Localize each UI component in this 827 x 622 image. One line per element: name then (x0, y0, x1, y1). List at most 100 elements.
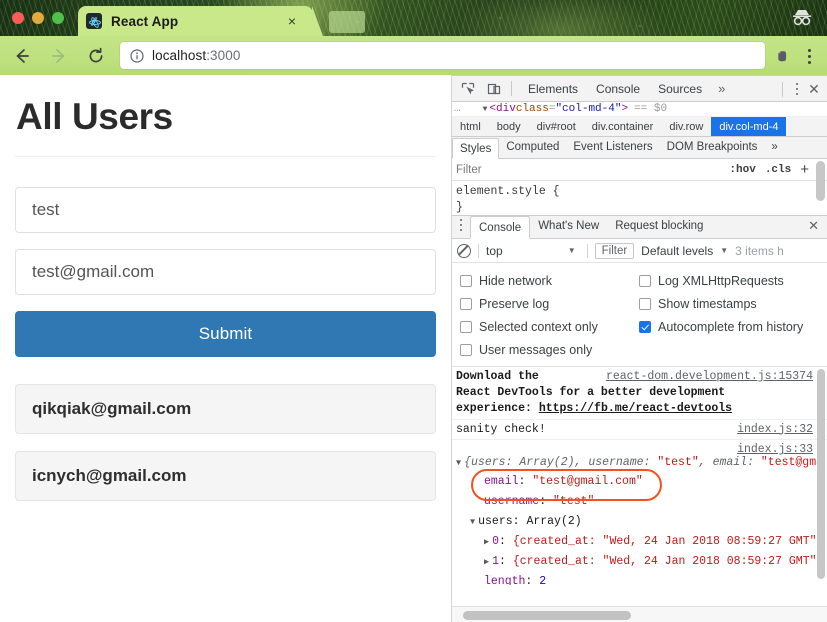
device-toolbar-icon[interactable] (484, 80, 504, 98)
address-bar[interactable]: localhost:3000 (120, 42, 765, 69)
devtools-kebab-icon[interactable] (789, 82, 805, 96)
property-key: email (484, 475, 519, 489)
checkbox[interactable] (460, 274, 472, 287)
console-source-link[interactable]: react-dom.development.js:15374 (606, 369, 813, 385)
maximize-window-button[interactable] (52, 12, 64, 24)
breadcrumb-item-div-root[interactable]: div#root (529, 117, 584, 136)
console-levels-selector[interactable]: Default levels (641, 244, 713, 258)
levels-chevron-down-icon[interactable]: ▼ (720, 246, 728, 255)
checkbox[interactable] (639, 297, 651, 310)
tab-console[interactable]: Console (587, 76, 649, 102)
setting-label: Autocomplete from history (658, 319, 804, 334)
url-host: localhost (152, 48, 207, 63)
back-arrow-icon[interactable] (7, 41, 37, 71)
settings-row: Preserve log Show timestamps (452, 292, 827, 315)
object-property-users[interactable]: ▼ users: Array(2) (452, 512, 827, 532)
username-input[interactable]: test (15, 186, 436, 233)
close-window-button[interactable] (12, 12, 24, 24)
setting-label: Show timestamps (658, 296, 757, 311)
console-horizontal-scrollbar[interactable] (452, 606, 827, 622)
checkbox[interactable] (460, 343, 472, 356)
hidden-items-count[interactable]: 3 items h (735, 244, 784, 258)
styles-filter-input[interactable]: Filter (456, 164, 482, 176)
close-drawer-icon[interactable]: ✕ (808, 218, 819, 234)
chevron-down-icon[interactable]: ▼ (568, 246, 576, 255)
submit-button[interactable]: Submit (15, 310, 436, 357)
console-message-line1: Download the (456, 370, 539, 383)
three-dot-menu-icon[interactable] (801, 46, 817, 66)
dom-tree-line[interactable]: … ▼ <div class = "col-md-4" > == $0 (452, 102, 827, 117)
setting-preserve-log[interactable]: Preserve log (452, 297, 637, 311)
drawer-tab-request-blocking[interactable]: Request blocking (607, 215, 711, 238)
setting-label: User messages only (479, 342, 593, 357)
breadcrumb-item-html[interactable]: html (452, 117, 489, 136)
expand-triangle-icon[interactable]: ▶ (484, 557, 489, 567)
dom-tag: <div (489, 103, 516, 115)
expand-triangle-icon[interactable]: ▼ (483, 105, 488, 114)
minimize-window-button[interactable] (32, 12, 44, 24)
checkbox[interactable] (460, 320, 472, 333)
incognito-icon[interactable] (789, 6, 815, 28)
console-scrollbar[interactable] (817, 369, 825, 579)
breadcrumb-item-div-container[interactable]: div.container (584, 117, 662, 136)
styles-scrollbar[interactable] (816, 161, 825, 201)
evernote-extension-icon[interactable] (773, 47, 791, 65)
setting-show-timestamps[interactable]: Show timestamps (637, 297, 757, 311)
property-key: username (484, 495, 540, 509)
array-item-1[interactable]: ▶ 1: {created_at: "Wed, 24 Jan 2018 08:59… (452, 552, 827, 572)
setting-hide-network[interactable]: Hide network (452, 274, 637, 288)
tab-styles[interactable]: Styles (452, 138, 500, 159)
email-input[interactable]: test@gmail.com (15, 248, 436, 295)
tab-event-listeners[interactable]: Event Listeners (566, 137, 659, 158)
info-circle-icon[interactable] (130, 48, 144, 63)
cls-toggle[interactable]: .cls (765, 164, 791, 176)
array-item-0[interactable]: ▶ 0: {created_at: "Wed, 24 Jan 2018 08:59… (452, 532, 827, 552)
console-filter-input[interactable]: Filter (594, 242, 635, 259)
tab-dom-breakpoints[interactable]: DOM Breakpoints (660, 137, 765, 158)
reload-icon[interactable] (81, 41, 111, 71)
tab-elements[interactable]: Elements (519, 76, 587, 102)
forward-arrow-icon (44, 41, 74, 71)
checkbox[interactable] (639, 274, 651, 287)
object-property-email: email: "test@gmail.com" (484, 475, 643, 489)
clear-console-icon[interactable] (457, 243, 471, 258)
collapse-triangle-icon[interactable]: ▼ (470, 517, 475, 527)
checkbox[interactable] (460, 297, 472, 310)
console-source-link[interactable]: index.js:32 (737, 422, 813, 438)
hov-toggle[interactable]: :hov (729, 164, 755, 176)
setting-log-xhr[interactable]: Log XMLHttpRequests (637, 274, 784, 288)
object-preview-username: "test" (657, 456, 699, 470)
more-tabs-icon[interactable]: » (711, 81, 732, 96)
console-object-preview[interactable]: ▼ {users: Array(2), username: "test", ema… (452, 455, 827, 473)
tab-close-icon[interactable]: × (285, 14, 299, 28)
scrollbar-thumb[interactable] (463, 610, 631, 620)
setting-user-messages-only[interactable]: User messages only (452, 343, 637, 357)
property-value: Array(2) (526, 515, 582, 529)
new-tab-button[interactable] (329, 11, 365, 33)
checkbox-checked[interactable] (639, 320, 651, 333)
expand-triangle-icon[interactable]: ▶ (484, 537, 489, 547)
console-context-selector[interactable]: top (486, 244, 503, 258)
breadcrumb-item-body[interactable]: body (489, 117, 529, 136)
breadcrumb-item-div-col-md-4[interactable]: div.col-md-4 (711, 117, 787, 136)
browser-tab[interactable]: React App × (78, 6, 323, 36)
styles-more-tabs-icon[interactable]: » (764, 137, 784, 158)
divider (586, 243, 588, 258)
console-log-area[interactable]: react-dom.development.js:15374 Download … (452, 367, 827, 585)
drawer-tab-whats-new[interactable]: What's New (530, 215, 607, 238)
expand-triangle-icon[interactable]: ▼ (456, 458, 461, 468)
breadcrumb-item-div-row[interactable]: div.row (661, 117, 711, 136)
inspect-cursor-icon[interactable] (458, 80, 478, 98)
tab-computed[interactable]: Computed (499, 137, 566, 158)
page-viewport: All Users test test@gmail.com Submit qik… (0, 75, 452, 622)
title-divider (15, 155, 436, 157)
tab-sources[interactable]: Sources (649, 76, 711, 102)
close-devtools-icon[interactable]: ✕ (805, 81, 823, 98)
setting-autocomplete-from-history[interactable]: Autocomplete from history (637, 320, 803, 334)
new-style-rule-button[interactable]: + (800, 162, 809, 177)
drawer-kebab-icon[interactable] (452, 218, 470, 239)
setting-selected-context-only[interactable]: Selected context only (452, 320, 637, 334)
console-message-text: sanity check! (456, 422, 546, 436)
react-devtools-link[interactable]: https://fb.me/react-devtools (539, 402, 732, 415)
drawer-tab-console[interactable]: Console (470, 216, 531, 239)
